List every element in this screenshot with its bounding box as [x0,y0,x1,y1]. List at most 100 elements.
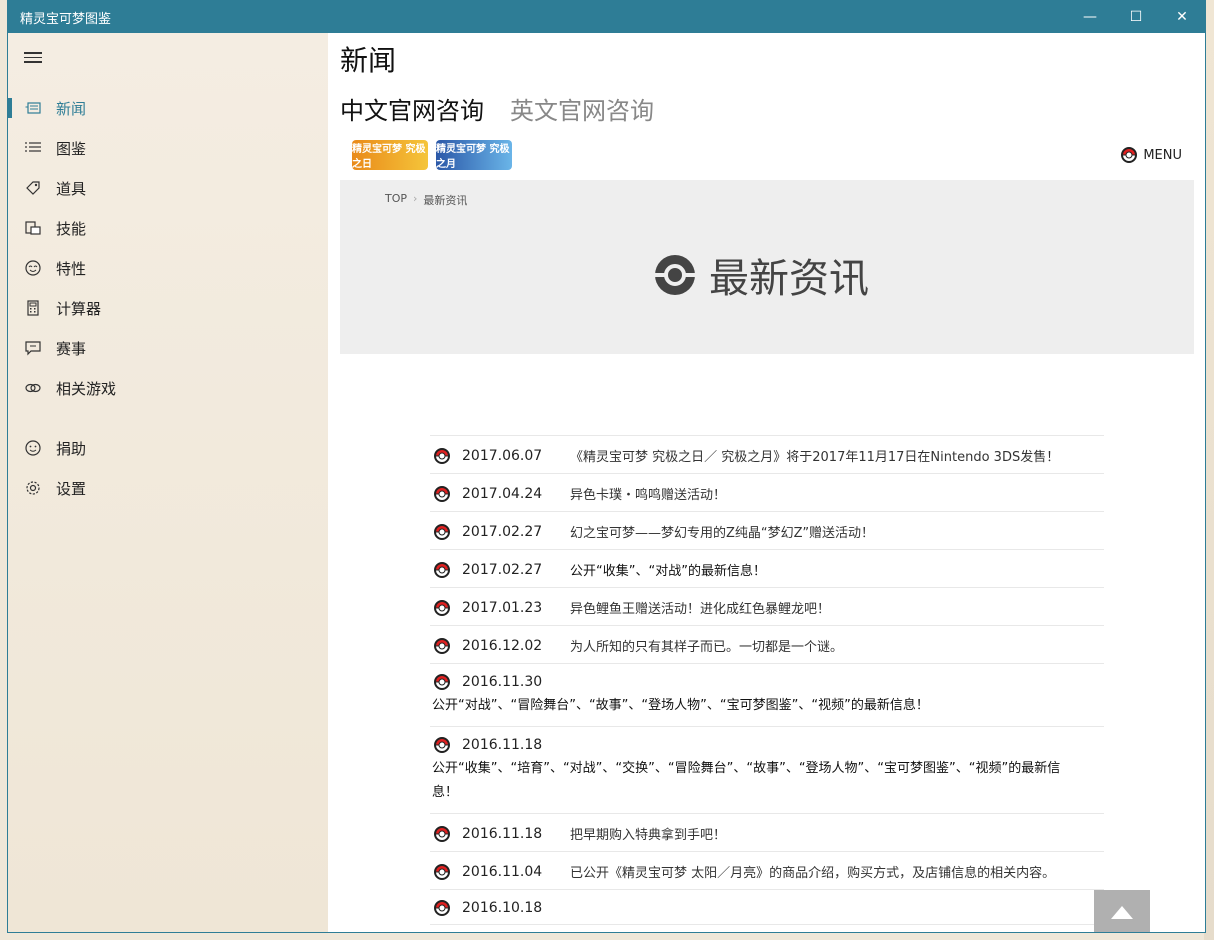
ultra-sun-logo[interactable]: 精灵宝可梦 究极之日 [352,140,428,170]
news-item[interactable]: 2017.06.07 《精灵宝可梦 究极之日／ 究极之月》将于2017年11月17… [430,436,1104,474]
news-date: 2016.11.04 [462,863,543,880]
pokeball-icon [434,637,450,654]
sidebar-item-pokedex[interactable]: 图鉴 [8,128,328,168]
calculator-icon [24,299,42,317]
news-headline[interactable]: 《精灵宝可梦 究极之日／ 究极之月》将于2017年11月17日在Nintendo… [570,446,1059,465]
news-item[interactable]: 2016.12.02 为人所知的只有其样子而已。一切都是一个谜。 [430,626,1104,664]
news-item[interactable]: 2016.11.18 公开“收集”、“培育”、“对战”、“交换”、“冒险舞台”、… [430,727,1104,814]
news-icon [24,99,42,117]
news-headline[interactable]: 公开“对战”、“冒险舞台”、“故事”、“登场人物”、“宝可梦图鉴”、“视频”的最… [432,694,1104,718]
pokeball-icon [434,737,450,753]
link-icon [24,379,42,397]
banner-title: 最新资讯 [655,246,869,304]
news-item[interactable]: 2017.02.27 幻之宝可梦——梦幻专用的Z纯晶“梦幻Z”赠送活动！ [430,512,1104,550]
ultra-moon-logo[interactable]: 精灵宝可梦 究极之月 [436,140,512,170]
title-bar[interactable]: 精灵宝可梦图鉴 — ☐ ✕ [8,1,1205,33]
minimize-button[interactable]: — [1067,1,1113,33]
news-item[interactable]: 2016.10.18 [430,890,1104,925]
chat-icon [24,339,42,357]
sidebar-item-label: 新闻 [56,99,87,118]
sidebar-item-label: 计算器 [56,299,102,318]
news-item[interactable]: 2016.11.30 公开“对战”、“冒险舞台”、“故事”、“登场人物”、“宝可… [430,664,1104,727]
tag-icon [24,179,42,197]
pokeball-icon [655,255,695,295]
breadcrumb-home[interactable]: TOP [385,192,407,208]
arrow-up-icon [1111,905,1133,919]
sidebar-item-events[interactable]: 赛事 [8,328,328,368]
sidebar-item-label: 特性 [56,259,87,278]
source-tabs: 中文官网咨询 英文官网咨询 [340,91,654,126]
pokeball-icon [434,674,450,690]
skill-icon [24,219,42,237]
news-item[interactable]: 2017.01.23 异色鲤鱼王赠送活动！进化成红色暴鲤龙吧！ [430,588,1104,626]
page-title: 新闻 [340,44,397,77]
news-headline[interactable]: 公开“收集”、“对战”的最新信息！ [570,560,766,579]
site-header: 精灵宝可梦 究极之日 精灵宝可梦 究极之月 MENU [340,133,1194,177]
news-item[interactable]: 2017.02.27 公开“收集”、“对战”的最新信息！ [430,550,1104,588]
news-list: 2017.06.07 《精灵宝可梦 究极之日／ 究极之月》将于2017年11月17… [430,435,1104,925]
news-headline[interactable]: 已公开《精灵宝可梦 太阳／月亮》的商品介绍，购买方式，及店铺信息的相关内容。 [570,862,1055,881]
sidebar-item-donate[interactable]: 捐助 [8,428,328,468]
news-item[interactable]: 2016.11.18 把早期购入特典拿到手吧！ [430,814,1104,852]
pokeball-icon [434,561,450,578]
close-button[interactable]: ✕ [1159,1,1205,33]
news-headline[interactable]: 异色卡璞・鸣鸣赠送活动！ [570,484,726,503]
sidebar-item-calculator[interactable]: 计算器 [8,288,328,328]
tab-chinese-site[interactable]: 中文官网咨询 [340,91,484,126]
pokeball-icon [434,825,450,842]
main-content: 新闻 中文官网咨询 英文官网咨询 精灵宝可梦 究极之日 精灵宝可梦 究极之月 M… [328,33,1205,932]
news-date: 2017.02.27 [462,561,543,578]
sidebar-item-moves[interactable]: 技能 [8,208,328,248]
chevron-right-icon: › [413,192,418,205]
sidebar-item-label: 设置 [56,479,87,498]
news-date: 2017.02.27 [462,523,543,540]
pokeball-icon [434,523,450,540]
pokeball-icon [434,863,450,880]
news-headline[interactable]: 把早期购入特典拿到手吧！ [570,824,726,843]
sidebar-item-settings[interactable]: 设置 [8,468,328,508]
pokeball-icon [434,485,450,502]
sidebar-item-abilities[interactable]: 特性 [8,248,328,288]
news-date: 2016.10.18 [462,900,543,916]
banner-title-text: 最新资讯 [709,256,869,302]
news-banner: TOP › 最新资讯 最新资讯 [340,180,1194,354]
scroll-to-top-button[interactable] [1094,890,1150,932]
sidebar-item-items[interactable]: 道具 [8,168,328,208]
sidebar-item-related-games[interactable]: 相关游戏 [8,368,328,408]
window-title: 精灵宝可梦图鉴 [20,11,112,27]
maximize-button[interactable]: ☐ [1113,1,1159,33]
pokeball-icon [434,447,450,464]
face-icon [24,259,42,277]
news-date: 2017.01.23 [462,599,543,616]
sidebar-item-label: 技能 [56,219,87,238]
news-date: 2016.12.02 [462,637,543,654]
news-date: 2016.11.18 [462,737,543,753]
hamburger-menu-icon[interactable] [24,49,42,65]
sidebar-item-label: 捐助 [56,439,87,458]
list-icon [24,139,42,157]
breadcrumb-current: 最新资讯 [423,194,468,207]
news-date: 2017.06.07 [462,447,543,464]
news-headline[interactable]: 异色鲤鱼王赠送活动！进化成红色暴鲤龙吧！ [570,598,830,617]
news-headline[interactable]: 公开“收集”、“培育”、“对战”、“交换”、“冒险舞台”、“故事”、“登场人物”… [432,757,1104,805]
news-item[interactable]: 2016.11.04 已公开《精灵宝可梦 太阳／月亮》的商品介绍，购买方式，及店铺… [430,852,1104,890]
news-headline[interactable]: 幻之宝可梦——梦幻专用的Z纯晶“梦幻Z”赠送活动！ [570,522,874,541]
news-item[interactable]: 2017.04.24 异色卡璞・鸣鸣赠送活动！ [430,474,1104,512]
breadcrumb: TOP › 最新资讯 [385,192,467,208]
smile-icon [24,439,42,457]
gear-icon [24,479,42,497]
app-window: 精灵宝可梦图鉴 — ☐ ✕ 新闻 图鉴 道具 技能 特性 计算器 赛事 相关游戏… [7,0,1206,933]
sidebar-item-label: 相关游戏 [56,379,117,398]
news-date: 2016.11.30 [462,674,543,690]
news-date: 2017.04.24 [462,485,543,502]
menu-label: MENU [1143,147,1182,163]
tab-english-site[interactable]: 英文官网咨询 [510,91,654,126]
sidebar-item-label: 赛事 [56,339,87,358]
site-menu-button[interactable]: MENU [1121,147,1182,163]
pokeball-icon [1121,147,1138,163]
sidebar-item-news[interactable]: 新闻 [8,88,328,128]
sidebar-item-label: 道具 [56,179,87,198]
sidebar: 新闻 图鉴 道具 技能 特性 计算器 赛事 相关游戏 捐助 设置 [8,33,328,932]
news-headline[interactable]: 为人所知的只有其样子而已。一切都是一个谜。 [570,636,843,655]
sidebar-item-label: 图鉴 [56,139,87,158]
